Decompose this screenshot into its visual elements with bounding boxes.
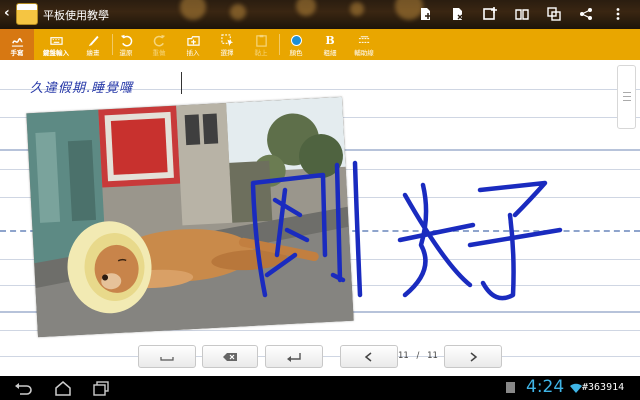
delete-page-button[interactable]	[442, 3, 474, 25]
page-separator: /	[416, 351, 420, 361]
notification-document-icon[interactable]	[506, 382, 515, 393]
enter-key[interactable]	[265, 345, 323, 368]
tool-label: 鍵盤輸入	[43, 48, 69, 57]
top-actions	[410, 3, 634, 25]
select-icon	[220, 33, 233, 46]
select-tool[interactable]: 選擇	[210, 29, 244, 60]
back-icon[interactable]: ‹	[4, 5, 10, 21]
redo-tool[interactable]: 重做	[142, 29, 176, 60]
undo-icon	[120, 34, 132, 46]
redo-icon	[153, 34, 165, 46]
keyboard-tool[interactable]: 鍵盤輸入	[38, 29, 74, 60]
nav-home-button[interactable]	[52, 379, 74, 397]
paste-tool[interactable]: 黏上	[244, 29, 278, 60]
enter-icon	[287, 352, 301, 362]
clock[interactable]: 4:24	[526, 377, 564, 397]
paste-icon	[255, 34, 267, 47]
current-page: 11	[398, 351, 409, 361]
color-swatch-icon	[290, 34, 302, 46]
back-arrow-icon	[15, 382, 32, 395]
read-mode-button[interactable]	[506, 3, 538, 25]
chevron-right-icon	[470, 351, 478, 362]
insert-icon	[186, 35, 200, 46]
system-navigation-bar: 4:24 #363914	[0, 376, 640, 400]
tool-label: 選擇	[220, 48, 234, 57]
copy-icon	[547, 7, 561, 21]
edit-toolbar: 手寫 鍵盤輸入 繪畫 還原 重做 插入 選擇 黏上 顏色 B 粗細 輔助線	[0, 29, 640, 60]
bold-icon: B	[325, 33, 335, 47]
backspace-icon	[223, 352, 237, 361]
pen-icon	[11, 37, 23, 47]
color-tool[interactable]: 顏色	[279, 29, 313, 60]
delete-page-icon	[453, 8, 463, 20]
home-icon	[55, 380, 71, 396]
app-logo-icon	[16, 3, 38, 25]
page-indicator: 11 / 11	[398, 351, 438, 361]
chevron-left-icon	[364, 351, 372, 362]
undo-tool[interactable]: 還原	[109, 29, 143, 60]
action-bar: ‹ 平板使用教學	[0, 0, 640, 29]
previous-page-button[interactable]	[340, 345, 398, 368]
app-title: 平板使用教學	[43, 9, 109, 22]
tool-label: 輔助線	[354, 48, 374, 57]
backspace-key[interactable]	[202, 345, 258, 368]
overflow-menu-button[interactable]	[602, 3, 634, 25]
add-notebook-icon	[483, 7, 497, 20]
new-page-icon	[421, 8, 431, 20]
tool-label: 重做	[152, 48, 166, 57]
more-vertical-icon	[616, 8, 620, 20]
tool-label: 黏上	[254, 48, 268, 57]
brush-icon	[88, 35, 99, 46]
page-scroll-handle[interactable]	[617, 65, 636, 129]
handwrite-tool[interactable]: 手寫	[0, 29, 34, 60]
space-icon	[160, 356, 174, 361]
tool-label: 繪畫	[86, 48, 100, 57]
nav-recent-apps-button[interactable]	[90, 379, 112, 397]
space-key[interactable]	[138, 345, 196, 368]
stroke-width-tool[interactable]: B 粗細	[313, 29, 347, 60]
tool-label: 顏色	[289, 48, 303, 57]
handwritten-title[interactable]: 久違假期.睡覺囉	[30, 77, 133, 96]
nav-back-button[interactable]	[12, 379, 34, 397]
guideline-icon	[358, 35, 370, 43]
draw-tool[interactable]: 繪畫	[76, 29, 110, 60]
input-keys-bar: 11 / 11	[0, 345, 640, 369]
recent-apps-icon	[93, 380, 109, 396]
keyboard-icon	[49, 36, 63, 45]
share-icon	[580, 8, 592, 20]
share-button[interactable]	[570, 3, 602, 25]
tool-label: 手寫	[10, 48, 24, 57]
guideline-tool[interactable]: 輔助線	[347, 29, 381, 60]
image-watermark: #363914	[582, 382, 625, 393]
copy-page-button[interactable]	[538, 3, 570, 25]
tool-label: 粗細	[323, 48, 337, 57]
next-page-button[interactable]	[444, 345, 502, 368]
wifi-icon	[570, 383, 582, 393]
tool-label: 插入	[186, 48, 200, 57]
handwritten-ink-strokes[interactable]	[245, 155, 575, 315]
book-icon	[515, 9, 529, 20]
insert-tool[interactable]: 插入	[176, 29, 210, 60]
text-cursor	[181, 72, 182, 94]
tool-label: 還原	[119, 48, 133, 57]
total-pages: 11	[427, 351, 438, 361]
note-page[interactable]: 久違假期.睡覺囉	[0, 60, 640, 376]
new-page-button[interactable]	[410, 3, 442, 25]
add-notebook-button[interactable]	[474, 3, 506, 25]
